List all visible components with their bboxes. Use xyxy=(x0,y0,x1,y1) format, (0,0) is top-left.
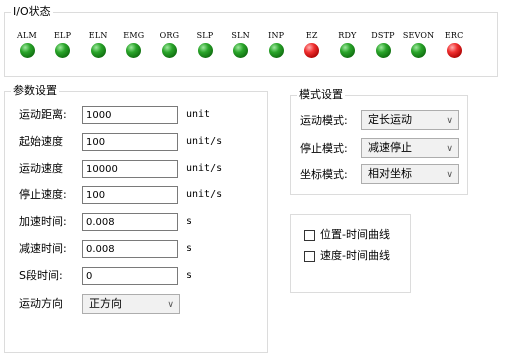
chevron-down-icon: ∨ xyxy=(446,116,453,126)
coord-mode-select[interactable]: 相对坐标 ∨ xyxy=(361,164,459,184)
velocity-time-checkbox[interactable] xyxy=(304,251,315,262)
param-label: S段时间: xyxy=(19,268,63,282)
led-dstp-indicator xyxy=(375,43,391,58)
led-label-sln: SLN xyxy=(231,31,250,40)
led-eln-indicator xyxy=(90,43,106,58)
param-input[interactable]: 100 xyxy=(82,186,178,205)
led-label-elp: ELP xyxy=(54,31,72,40)
param-unit: unit xyxy=(186,109,211,120)
led-label-emg: EMG xyxy=(123,31,145,40)
mode-title: 模式设置 xyxy=(297,88,345,102)
param-label: 加速时间: xyxy=(19,215,67,229)
position-time-checkbox[interactable] xyxy=(304,230,315,241)
param-unit: unit/s xyxy=(186,189,223,201)
led-sln-indicator xyxy=(233,43,249,58)
param-unit: unit/s xyxy=(186,135,223,147)
led-inp-indicator xyxy=(268,43,284,58)
led-sevon-indicator xyxy=(411,43,427,58)
param-label: 起始速度 xyxy=(19,134,63,148)
coord-mode-label: 坐标模式: xyxy=(300,168,348,181)
param-label: 运动距离: xyxy=(19,108,67,121)
direction-label: 运动方向 xyxy=(19,297,63,310)
position-time-label[interactable]: 位置-时间曲线 xyxy=(320,228,390,242)
param-unit: s xyxy=(186,269,193,281)
param-input[interactable]: 0.008 xyxy=(82,240,178,258)
led-alm-indicator xyxy=(19,43,35,58)
motion-mode-value: 定长运动 xyxy=(368,113,412,126)
direction-select[interactable]: 正方向 ∨ xyxy=(82,294,180,314)
led-slp-indicator xyxy=(197,43,213,58)
led-elp-indicator xyxy=(55,43,71,58)
param-unit: unit/s xyxy=(186,162,223,174)
led-label-dstp: DSTP xyxy=(371,31,395,40)
led-label-sevon: SEVON xyxy=(402,31,435,40)
led-label-eln: ELN xyxy=(88,31,108,40)
led-label-inp: INP xyxy=(268,31,285,40)
motion-mode-label: 运动模式: xyxy=(300,114,348,127)
param-unit: s xyxy=(186,243,193,254)
velocity-time-label[interactable]: 速度-时间曲线 xyxy=(320,249,390,263)
led-label-erc: ERC xyxy=(444,31,464,40)
params-title: 参数设置 xyxy=(11,84,59,98)
param-input[interactable]: 0.008 xyxy=(82,213,178,232)
direction-value: 正方向 xyxy=(89,297,122,310)
io-status-title: I/O状态 xyxy=(11,5,53,19)
coord-mode-value: 相对坐标 xyxy=(368,167,412,180)
param-label: 运动速度 xyxy=(19,161,63,175)
param-input[interactable]: 1000 xyxy=(82,106,178,124)
param-label: 减速时间: xyxy=(19,242,67,255)
led-erc-indicator xyxy=(446,43,462,58)
led-label-org: ORG xyxy=(159,31,180,40)
param-label: 停止速度: xyxy=(19,188,67,202)
chevron-down-icon: ∨ xyxy=(446,144,453,154)
param-input[interactable]: 100 xyxy=(82,132,178,151)
led-label-slp: SLP xyxy=(196,31,214,40)
led-label-alm: ALM xyxy=(17,31,37,40)
chevron-down-icon: ∨ xyxy=(446,170,453,180)
stop-mode-select[interactable]: 减速停止 ∨ xyxy=(361,138,459,158)
led-rdy-indicator xyxy=(339,43,355,58)
stop-mode-label: 停止模式: xyxy=(300,142,348,155)
led-label-ez: EZ xyxy=(305,31,318,40)
stop-mode-value: 减速停止 xyxy=(368,141,412,154)
led-org-indicator xyxy=(161,43,177,58)
param-input[interactable]: 10000 xyxy=(82,159,178,178)
param-input[interactable]: 0 xyxy=(82,266,178,285)
param-unit: s xyxy=(186,216,193,228)
motion-mode-select[interactable]: 定长运动 ∨ xyxy=(361,110,459,130)
led-label-rdy: RDY xyxy=(338,31,357,40)
chevron-down-icon: ∨ xyxy=(167,300,174,310)
